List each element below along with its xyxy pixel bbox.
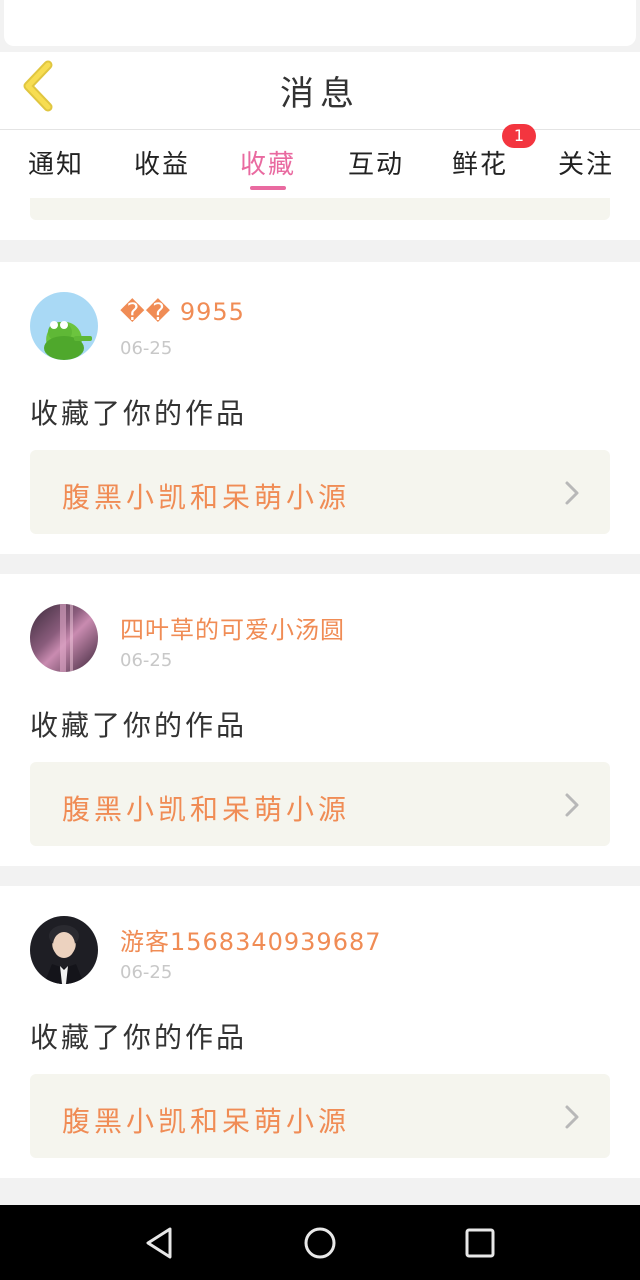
list-item: 四叶草的可爱小汤圆 06-25 收藏了你的作品 腹黑小凯和呆萌小源 — [0, 574, 640, 866]
back-triangle-icon[interactable] — [142, 1225, 178, 1261]
tab-flowers[interactable]: 鲜花 — [448, 144, 512, 188]
partial-list-item — [0, 198, 640, 240]
status-bar — [0, 0, 640, 52]
page-title: 消息 — [280, 74, 360, 114]
tab-earnings[interactable]: 收益 — [130, 144, 194, 188]
tab-favorites[interactable]: 收藏 — [236, 144, 300, 188]
tab-interactions[interactable]: 互动 — [344, 144, 408, 188]
username[interactable]: 四叶草的可爱小汤圆 — [120, 610, 345, 645]
chevron-right-icon — [565, 793, 579, 817]
tab-follows[interactable]: 关注 — [554, 144, 618, 188]
action-text: 收藏了你的作品 — [30, 709, 248, 742]
partial-work-box[interactable] — [30, 198, 610, 220]
timestamp: 06-25 — [120, 338, 173, 359]
username[interactable]: 游客1568340939687 — [120, 922, 382, 957]
recents-square-icon[interactable] — [462, 1225, 498, 1261]
flowers-badge: 1 — [502, 124, 536, 148]
list-item: 游客1568340939687 06-25 收藏了你的作品 腹黑小凯和呆萌小源 — [0, 886, 640, 1178]
work-link[interactable]: 腹黑小凯和呆萌小源 — [30, 1074, 610, 1158]
timestamp: 06-25 — [120, 650, 173, 671]
active-tab-indicator — [250, 186, 286, 190]
avatar[interactable] — [30, 916, 98, 984]
list-item: �� 9955 06-25 收藏了你的作品 腹黑小凯和呆萌小源 — [0, 262, 640, 554]
system-nav-bar — [0, 1205, 640, 1280]
chevron-right-icon — [565, 481, 579, 505]
tab-bar: 通知 收益 收藏 互动 鲜花 关注 — [0, 130, 640, 198]
tab-notifications[interactable]: 通知 — [24, 144, 88, 188]
action-text: 收藏了你的作品 — [30, 1021, 248, 1054]
timestamp: 06-25 — [120, 962, 173, 983]
status-bar-card — [4, 0, 636, 46]
work-title: 腹黑小凯和呆萌小源 — [62, 481, 351, 514]
chevron-right-icon — [565, 1105, 579, 1129]
action-text: 收藏了你的作品 — [30, 397, 248, 430]
avatar[interactable] — [30, 604, 98, 672]
purple-avatar-icon — [60, 604, 73, 672]
header: 消息 — [0, 52, 640, 130]
boy-avatar-icon — [44, 925, 84, 984]
work-title: 腹黑小凯和呆萌小源 — [62, 1105, 351, 1138]
kermit-avatar-icon — [44, 321, 92, 360]
username[interactable]: �� 9955 — [120, 298, 245, 326]
work-link[interactable]: 腹黑小凯和呆萌小源 — [30, 762, 610, 846]
work-title: 腹黑小凯和呆萌小源 — [62, 793, 351, 826]
home-circle-icon[interactable] — [302, 1225, 338, 1261]
work-link[interactable]: 腹黑小凯和呆萌小源 — [30, 450, 610, 534]
avatar[interactable] — [30, 292, 98, 360]
